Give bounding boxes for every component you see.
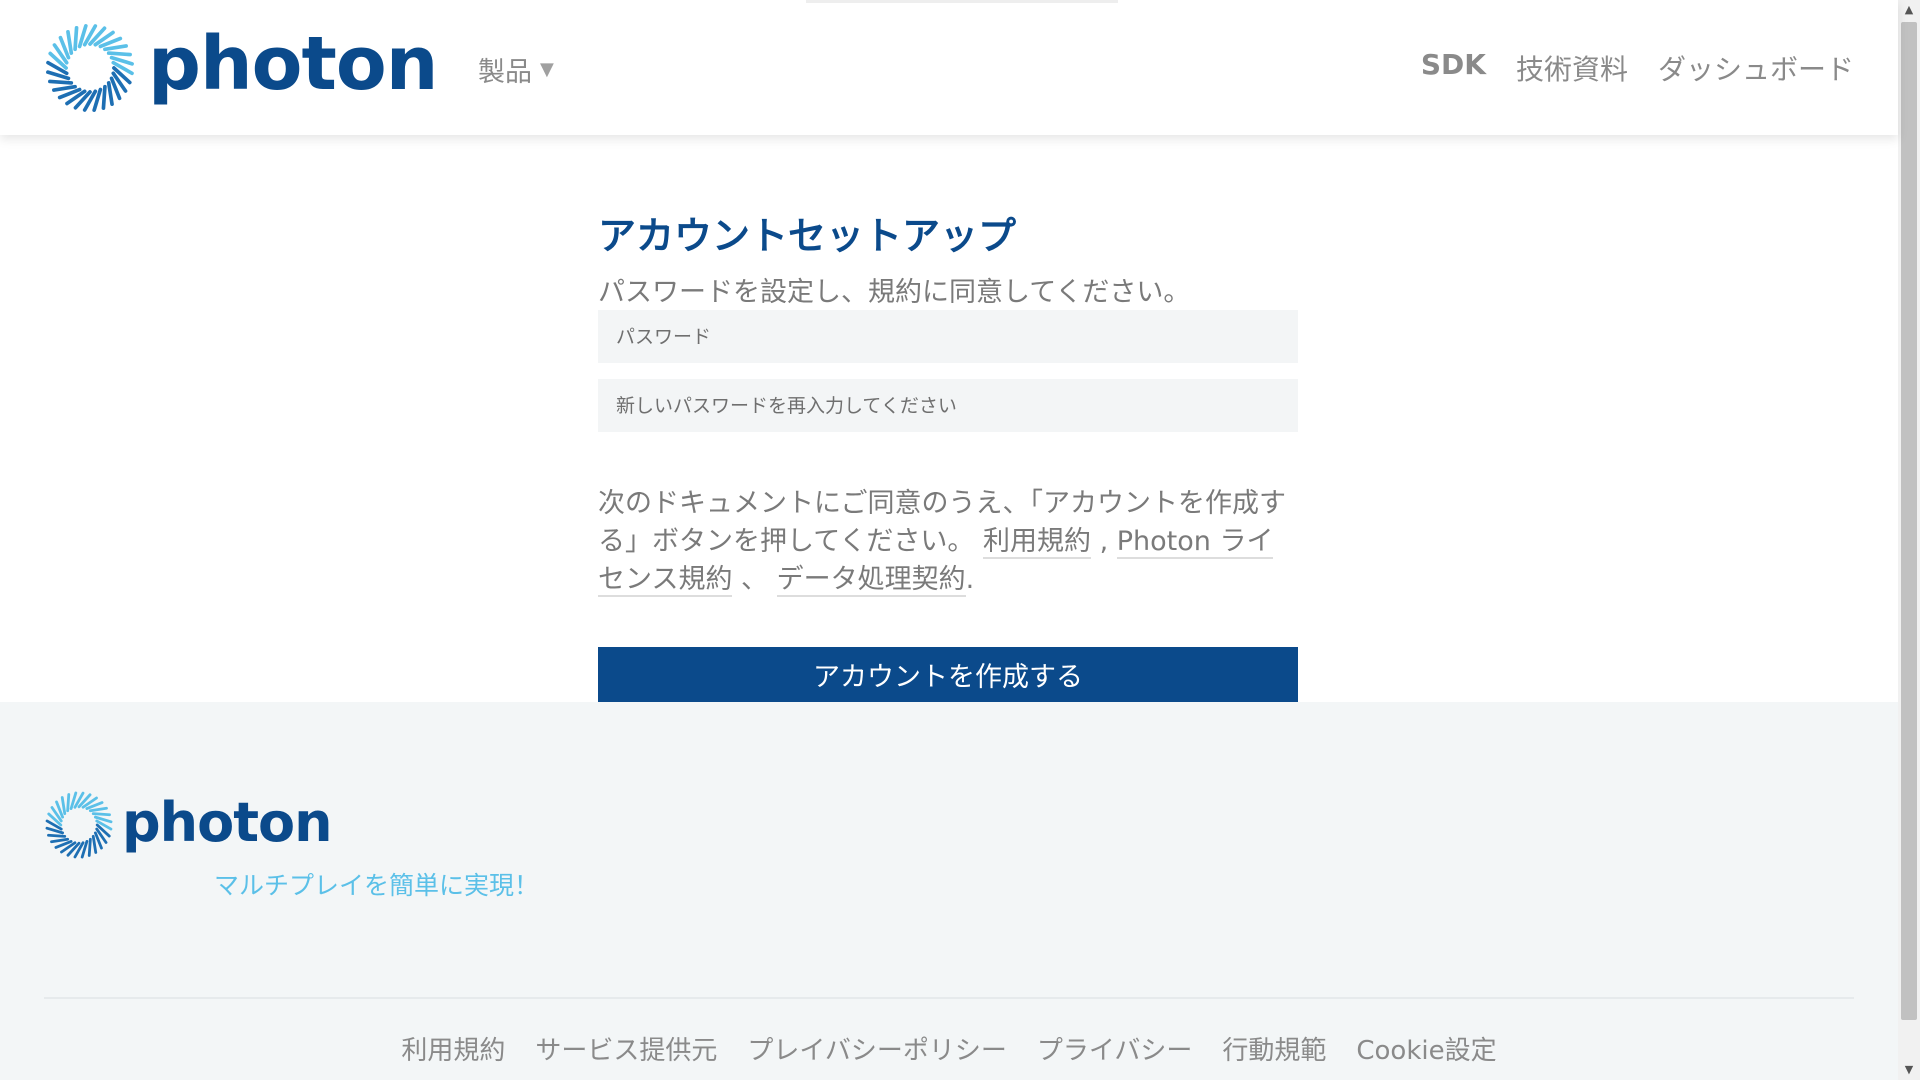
terms-separator: 、 [732, 564, 777, 595]
footer-link-code-of-conduct[interactable]: 行動規範 [1222, 1030, 1326, 1067]
top-tab-indicator [806, 0, 1118, 3]
terms-of-use-link[interactable]: 利用規約 [982, 526, 1091, 559]
create-account-button[interactable]: アカウントを作成する [598, 647, 1298, 702]
terms-text: 次のドキュメントにご同意のうえ、「アカウントを作成する」ボタンを押してください。… [598, 485, 1298, 599]
footer-link-provider[interactable]: サービス提供元 [535, 1030, 717, 1067]
photon-logo-icon [45, 791, 113, 859]
scroll-down-icon[interactable]: ▼ [1898, 1060, 1920, 1080]
footer-tagline: マルチプレイを簡単に実現！ [214, 871, 540, 900]
footer-link-privacy[interactable]: プライバシー [1037, 1030, 1192, 1067]
caret-down-icon: ▼ [540, 59, 554, 80]
password-input[interactable] [598, 310, 1298, 363]
nav-right: SDK 技術資料 ダッシュボード [1421, 48, 1854, 88]
confirm-password-input[interactable] [598, 379, 1298, 432]
nav-products-dropdown[interactable]: 製品 ▼ [478, 50, 554, 89]
account-setup-form: アカウントセットアップ パスワードを設定し、規約に同意してください。 次のドキュ… [598, 205, 1298, 702]
terms-end: . [965, 564, 975, 595]
nav-products-label: 製品 [478, 57, 532, 88]
footer-link-terms[interactable]: 利用規約 [401, 1030, 505, 1067]
nav-dashboard-link[interactable]: ダッシュボード [1658, 48, 1854, 88]
footer-divider [44, 997, 1854, 999]
site-header: photon 製品 ▼ SDK 技術資料 ダッシュボード [0, 0, 1898, 135]
scrollbar-thumb[interactable] [1901, 22, 1917, 1020]
nav-docs-link[interactable]: 技術資料 [1516, 48, 1628, 88]
footer-link-privacy-policy[interactable]: プレイバシーポリシー [747, 1030, 1006, 1067]
nav-sdk-link[interactable]: SDK [1421, 48, 1486, 88]
footer-links: 利用規約 サービス提供元 プレイバシーポリシー プライバシー 行動規範 Cook… [0, 1030, 1898, 1067]
page-scrollbar[interactable]: ▲ ▼ [1898, 0, 1920, 1080]
page-subtitle: パスワードを設定し、規約に同意してください。 [598, 277, 1191, 308]
footer-logo-wordmark: photon [122, 790, 333, 854]
scroll-up-icon[interactable]: ▲ [1898, 0, 1920, 20]
footer-logo[interactable]: photon [44, 790, 333, 860]
photon-logo-icon [46, 24, 134, 112]
header-logo[interactable]: photon [44, 21, 438, 114]
terms-separator: , [1090, 526, 1117, 557]
page-title: アカウントセットアップ [598, 214, 1017, 258]
site-footer: photon マルチプレイを簡単に実現！ 利用規約 サービス提供元 プレイバシー… [0, 702, 1898, 1080]
footer-link-cookie-settings[interactable]: Cookie設定 [1356, 1030, 1496, 1067]
logo-wordmark: photon [148, 21, 438, 107]
data-processing-link[interactable]: データ処理契約 [776, 564, 966, 597]
